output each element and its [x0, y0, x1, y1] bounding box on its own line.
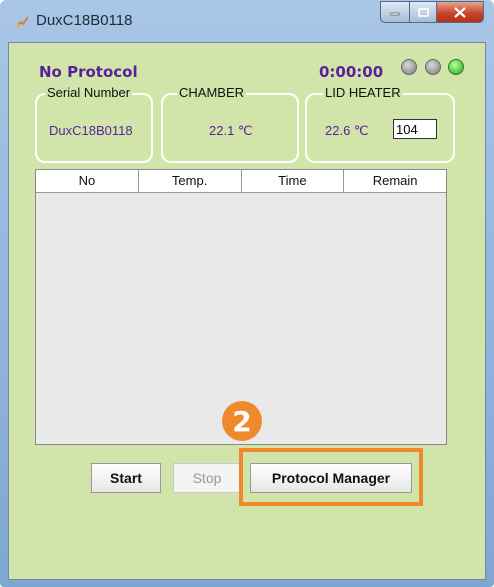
step-number-badge: 2	[222, 401, 262, 441]
chamber-label: CHAMBER	[177, 85, 247, 100]
column-header-no[interactable]: No	[36, 170, 139, 192]
app-window: DuxC18B0118 No Protocol 0:00:00 Serial N…	[0, 0, 494, 587]
close-button[interactable]	[437, 1, 484, 23]
protocol-label: No Protocol	[39, 63, 138, 81]
lid-heater-label: LID HEATER	[323, 85, 403, 100]
stop-button[interactable]: Stop	[173, 463, 241, 493]
caption-buttons	[380, 1, 484, 23]
app-icon	[15, 16, 29, 28]
status-led-1-icon	[401, 59, 417, 75]
close-icon	[454, 6, 466, 18]
serial-number-group: Serial Number DuxC18B0118	[35, 85, 153, 163]
chamber-group: CHAMBER 22.1 ℃	[161, 85, 299, 163]
maximize-icon	[417, 7, 429, 17]
client-area: No Protocol 0:00:00 Serial Number DuxC18…	[8, 42, 486, 580]
minimize-icon	[390, 12, 400, 16]
column-header-time[interactable]: Time	[242, 170, 345, 192]
title-bar[interactable]: DuxC18B0118	[0, 0, 494, 42]
maximize-button[interactable]	[410, 1, 437, 23]
start-button[interactable]: Start	[91, 463, 161, 493]
protocol-manager-highlight	[239, 448, 423, 506]
serial-number-value: DuxC18B0118	[49, 123, 133, 138]
lid-heater-setpoint-input[interactable]	[393, 119, 437, 139]
minimize-button[interactable]	[380, 1, 410, 23]
column-header-temp[interactable]: Temp.	[139, 170, 242, 192]
serial-number-label: Serial Number	[45, 85, 133, 100]
run-timer: 0:00:00	[319, 63, 384, 81]
status-led-3-icon	[448, 59, 464, 75]
table-header: No Temp. Time Remain	[36, 170, 446, 193]
chamber-temperature: 22.1 ℃	[209, 123, 253, 138]
lid-heater-temperature: 22.6 ℃	[325, 123, 369, 138]
column-header-remain[interactable]: Remain	[344, 170, 446, 192]
lid-heater-group: LID HEATER 22.6 ℃	[305, 85, 455, 163]
status-led-2-icon	[425, 59, 441, 75]
window-title: DuxC18B0118	[36, 12, 133, 29]
